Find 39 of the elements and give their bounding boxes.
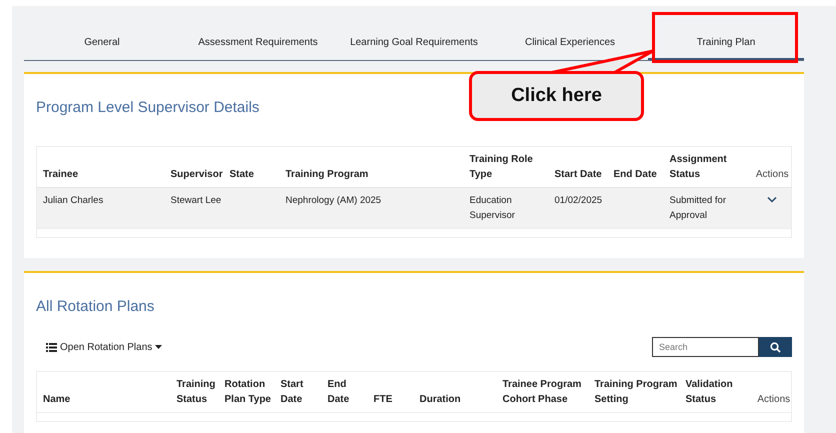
table-cell: Stewart Lee bbox=[170, 195, 222, 206]
filter-dropdown[interactable]: Open Rotation Plans bbox=[36, 338, 168, 356]
table-cell: 01/02/2025 bbox=[554, 195, 602, 206]
column-header: Trainee bbox=[36, 146, 164, 188]
column-header: Actions bbox=[750, 372, 792, 412]
column-header: Trainee Program Cohort Phase bbox=[496, 372, 588, 412]
column-header: State bbox=[224, 146, 280, 188]
table-cell: Education Supervisor bbox=[470, 195, 515, 221]
table-cell: Submitted for Approval bbox=[670, 195, 726, 221]
caret-icon bbox=[155, 345, 162, 349]
column-header: Assignment Status bbox=[664, 146, 748, 188]
column-header: Training Program Setting bbox=[588, 372, 680, 412]
column-header: End Date bbox=[608, 146, 664, 188]
column-header: FTE bbox=[368, 372, 414, 412]
column-header: Supervisor bbox=[164, 146, 224, 188]
chevron-down-icon[interactable] bbox=[767, 196, 778, 203]
search-button[interactable] bbox=[759, 337, 792, 357]
column-header: Actions bbox=[748, 146, 792, 188]
column-header: Start Date bbox=[548, 146, 608, 188]
table-cell: Julian Charles bbox=[43, 195, 104, 206]
tab[interactable]: Clinical Experiences bbox=[492, 25, 648, 60]
list-icon bbox=[46, 342, 57, 352]
search-icon bbox=[770, 342, 781, 352]
column-header: Training Program bbox=[280, 146, 464, 188]
column-header: Duration bbox=[414, 372, 496, 412]
tab[interactable]: Learning Goal Requirements bbox=[336, 25, 492, 60]
column-header: End Date bbox=[322, 372, 368, 412]
column-header: Validation Status bbox=[680, 372, 750, 412]
tab[interactable]: General bbox=[24, 25, 180, 60]
column-header: Training Status bbox=[170, 372, 218, 412]
column-header: Training Role Type bbox=[464, 146, 548, 188]
column-header: Start Date bbox=[274, 372, 322, 412]
tab[interactable]: Assessment Requirements bbox=[180, 25, 336, 60]
column-header: Name bbox=[36, 372, 170, 412]
column-header: Rotation Plan Type bbox=[218, 372, 274, 412]
section-title: All Rotation Plans bbox=[36, 298, 156, 315]
table-cell: Nephrology (AM) 2025 bbox=[286, 195, 382, 206]
search-field[interactable]: Search bbox=[652, 337, 759, 357]
section-title: Program Level Supervisor Details bbox=[36, 99, 260, 116]
